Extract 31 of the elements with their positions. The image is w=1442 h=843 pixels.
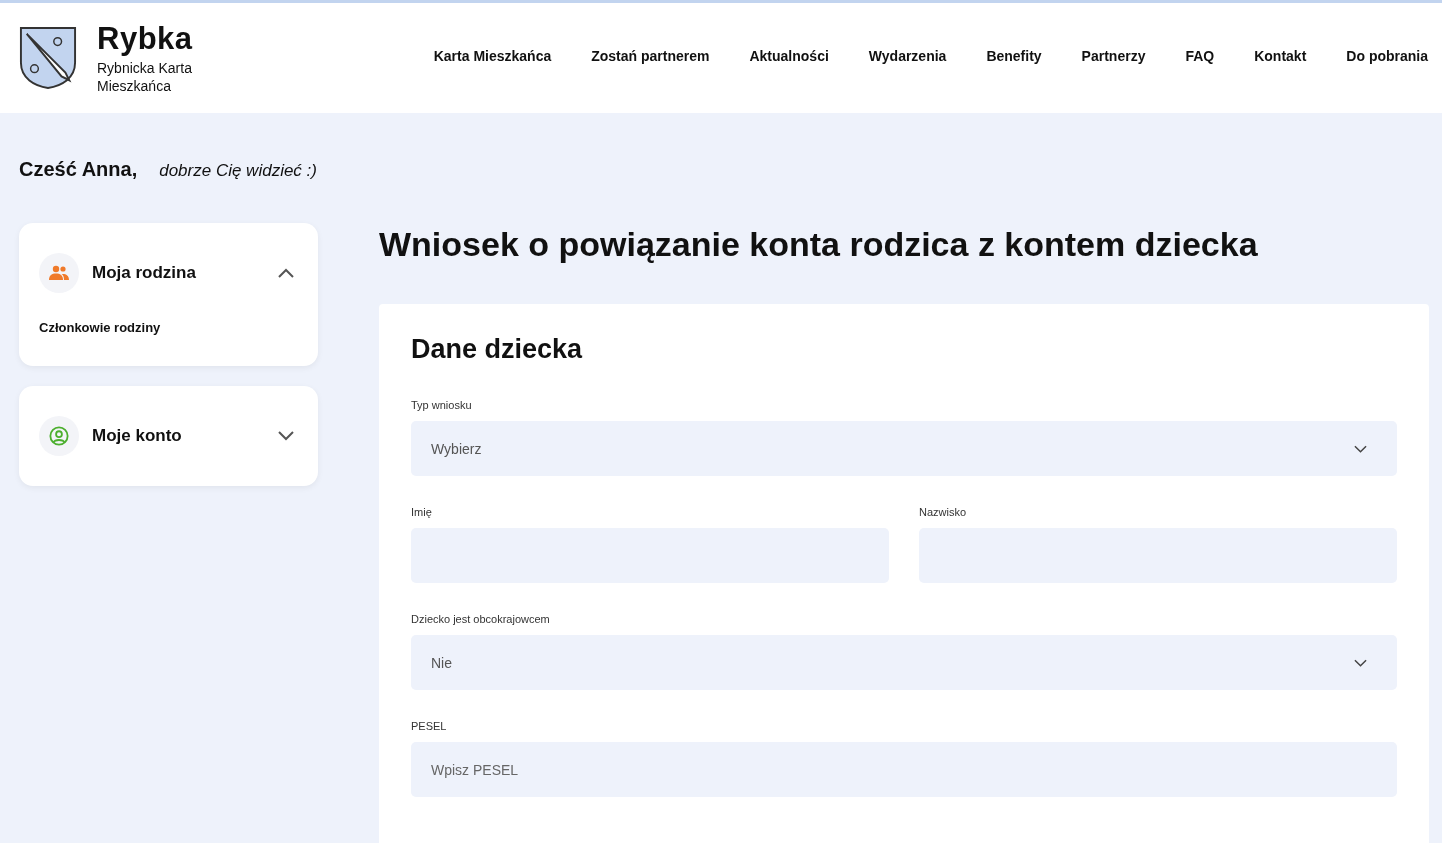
nav-link[interactable]: Benefity [986,48,1042,64]
nav-link[interactable]: Kontakt [1254,48,1307,64]
section-title: Dane dziecka [411,334,584,365]
chevron-up-icon[interactable] [278,268,294,278]
field-label: Nazwisko [919,506,968,518]
crest-logo-icon[interactable] [19,26,77,90]
nav-link[interactable]: Do pobrania [1346,48,1428,64]
greeting-message: dobrze Cię widzieć :) [159,161,317,181]
sidebar-section-title[interactable]: Moja rodzina [92,263,265,283]
input-field[interactable]: Wpisz PESEL [411,742,1397,797]
greeting-name: Cześć Anna, [19,158,138,181]
field-label: Imię [411,506,433,518]
nav-link[interactable]: FAQ [1185,48,1215,64]
field-label: Typ wniosku [411,399,473,411]
select-field[interactable]: Wybierz [411,421,1397,476]
nav-link[interactable]: Aktualności [749,48,829,64]
nav-link[interactable]: Karta Mieszkańca [433,48,552,64]
nav-link[interactable]: Zostań partnerem [591,48,710,64]
chevron-down-icon [1354,444,1367,453]
field-label: Dziecko jest obcokrajowcem [411,613,551,625]
nav-link[interactable]: Partnerzy [1081,48,1146,64]
chevron-down-icon [1354,658,1367,667]
nav-link[interactable]: Wydarzenia [868,48,947,64]
logo-subtitle: Rybnicka Karta Mieszkańca [97,59,193,95]
field-label: PESEL [411,720,448,732]
select-field[interactable]: Nie [411,635,1397,690]
sidebar-link[interactable]: Członkowie rodziny [39,320,161,335]
chevron-down-icon[interactable] [278,431,294,441]
sidebar-section-title[interactable]: Moje konto [92,426,265,446]
logo-title: Rybka [97,21,194,57]
page-title: Wniosek o powiązanie konta rodzica z kontem dziecka [379,225,1259,264]
